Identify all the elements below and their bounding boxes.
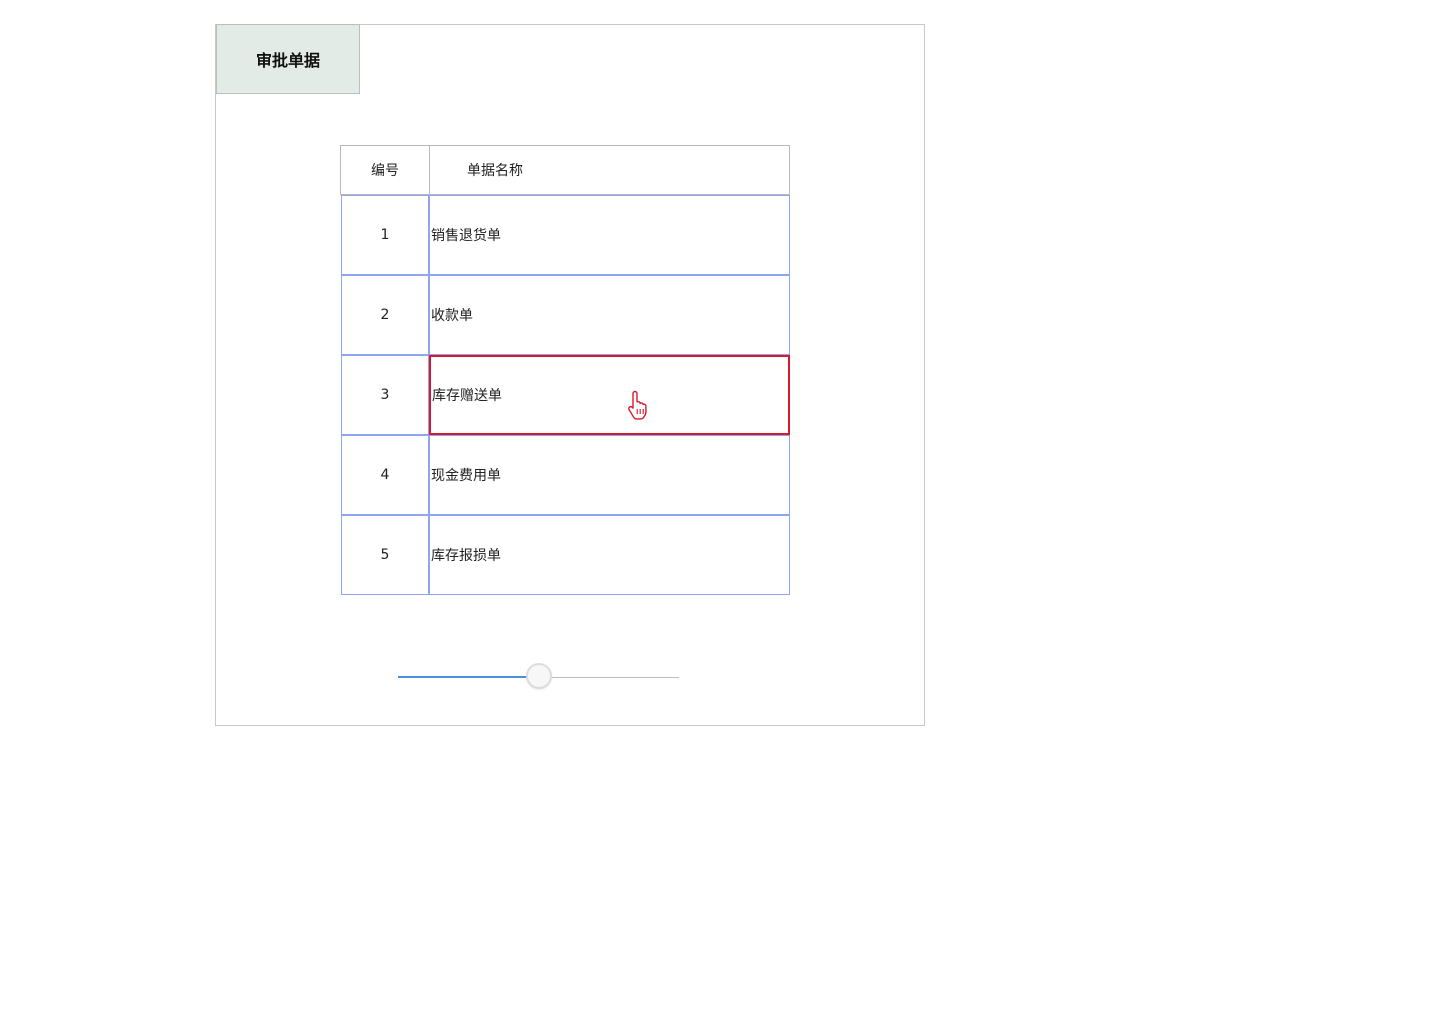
table-row[interactable]: 2 收款单 — [341, 275, 790, 355]
document-table: 编号 单据名称 1 销售退货单 2 收款单 3 库存赠送单 4 现金费用单 5 … — [340, 145, 790, 595]
document-name-cell-selected[interactable]: 库存赠送单 — [429, 355, 790, 435]
slider-fill — [398, 676, 539, 678]
hand-pointer-icon — [628, 390, 647, 420]
row-number-cell: 3 — [341, 355, 429, 435]
document-name-cell[interactable]: 现金费用单 — [429, 435, 790, 515]
table-row[interactable]: 5 库存报损单 — [341, 515, 790, 595]
zoom-slider[interactable] — [398, 662, 679, 692]
tab-approval-documents[interactable]: 审批单据 — [216, 24, 360, 94]
row-number-cell: 4 — [341, 435, 429, 515]
table-row[interactable]: 4 现金费用单 — [341, 435, 790, 515]
table-row[interactable]: 1 销售退货单 — [341, 195, 790, 275]
document-name-cell[interactable]: 收款单 — [429, 275, 790, 355]
column-header-no: 编号 — [341, 146, 430, 194]
document-name-cell[interactable]: 库存报损单 — [429, 515, 790, 595]
table-header: 编号 单据名称 — [340, 145, 790, 195]
document-name-cell[interactable]: 销售退货单 — [429, 195, 790, 275]
table-row[interactable]: 3 库存赠送单 — [341, 355, 790, 435]
row-number-cell: 2 — [341, 275, 429, 355]
row-number-cell: 5 — [341, 515, 429, 595]
slider-thumb[interactable] — [526, 663, 552, 689]
row-number-cell: 1 — [341, 195, 429, 275]
column-header-name: 单据名称 — [467, 163, 523, 179]
